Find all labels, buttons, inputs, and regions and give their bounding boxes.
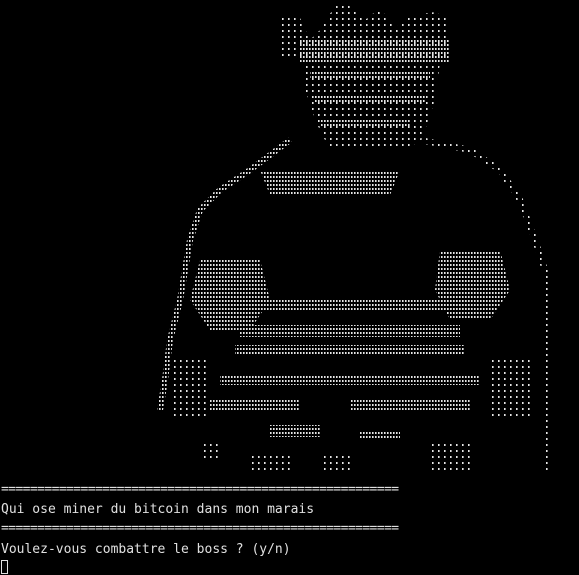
separator-top: ========================================…	[1, 482, 399, 497]
separator-bottom: ========================================…	[1, 521, 399, 536]
fight-prompt: Voulez-vous combattre le boss ? (y/n)	[1, 542, 291, 557]
terminal-window: ========================================…	[0, 0, 579, 575]
ascii-art-graphic	[157, 4, 548, 473]
boss-message: Qui ose miner du bitcoin dans mon marais	[1, 502, 315, 517]
ascii-boss-art	[150, 0, 560, 480]
terminal-cursor[interactable]	[1, 560, 8, 574]
